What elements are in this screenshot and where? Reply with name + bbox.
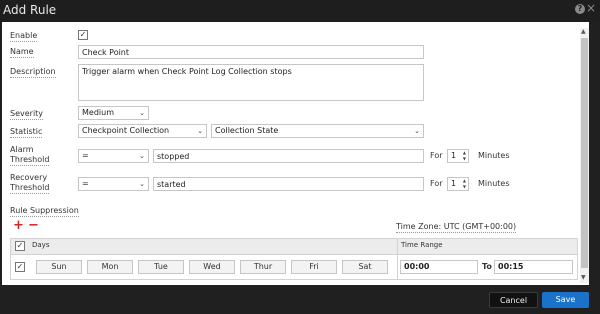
statistic-metric-value: Collection State [215,126,279,135]
alarm-operator-select[interactable]: = ⌄ [78,149,149,163]
day-toggle-wed[interactable]: Wed [189,260,235,274]
title-bar: Add Rule ? × [0,0,600,22]
add-icon[interactable]: + [13,219,24,232]
day-toggle-fri[interactable]: Fri [291,260,337,274]
alarm-duration-value: 1 [451,151,457,160]
name-input[interactable]: Check Point [78,45,424,59]
time-to-input[interactable]: 00:15 [494,260,573,274]
chevron-down-icon: ⌄ [139,152,145,160]
day-toggle-thur[interactable]: Thur [240,260,286,274]
recovery-unit-label: Minutes [478,179,510,188]
description-label: Description [10,67,56,78]
day-toggle-tue[interactable]: Tue [138,260,184,274]
help-icon[interactable]: ? [575,4,585,14]
form-panel: ▲ ▼ Enable ✓ Name Check Point Descriptio… [2,22,589,285]
close-icon[interactable]: × [586,2,596,14]
statistic-source-select[interactable]: Checkpoint Collection ⌄ [78,124,207,138]
severity-label: Severity [10,109,44,120]
save-button[interactable]: Save [542,292,589,308]
alarm-label: Alarm [10,145,34,154]
stepper-arrows-icon[interactable]: ▲ ▼ [463,150,466,162]
severity-select[interactable]: Medium ⌄ [78,106,149,120]
statistic-label: Statistic [10,127,43,138]
severity-value: Medium [82,108,114,117]
statistic-source-value: Checkpoint Collection [82,126,170,135]
recovery-for-label: For [430,179,443,188]
row-checkbox[interactable]: ✓ [15,262,25,272]
recovery-threshold-label: Threshold [10,183,50,194]
rule-suppression-label: Rule Suppression [10,206,79,217]
remove-icon[interactable]: − [28,219,39,232]
suppression-table: ✓ Days Time Range ✓ Sun Mon Tue Wed Thur… [10,238,578,280]
timezone-label: Time Zone: UTC (GMT+00:00) [396,222,517,233]
alarm-for-label: For [430,151,443,160]
alarm-value-input[interactable]: stopped [153,149,424,163]
enable-label: Enable [10,31,38,42]
add-rule-dialog: Add Rule ? × ▲ ▼ Enable ✓ Name Check Poi… [0,0,600,314]
dialog-title: Add Rule [3,3,57,17]
statistic-metric-select[interactable]: Collection State ⌄ [211,124,424,138]
description-textarea[interactable]: Trigger alarm when Check Point Log Colle… [78,64,424,101]
scroll-up-icon[interactable]: ▲ [581,28,586,35]
stepper-arrows-icon[interactable]: ▲ ▼ [463,178,466,190]
days-column-header: Days [32,241,50,249]
recovery-duration-stepper[interactable]: 1 ▲ ▼ [447,177,469,191]
chevron-down-icon: ⌄ [139,180,145,188]
recovery-label: Recovery [10,173,48,182]
recovery-duration-value: 1 [451,179,457,188]
cancel-button[interactable]: Cancel [489,292,538,308]
recovery-operator-value: = [82,179,89,188]
scroll-down-icon[interactable]: ▼ [581,274,586,281]
column-divider [397,239,398,279]
scroll-thumb[interactable] [581,38,588,268]
alarm-unit-label: Minutes [478,151,510,160]
chevron-down-icon: ⌄ [414,127,420,135]
select-all-checkbox[interactable]: ✓ [15,241,25,251]
alarm-operator-value: = [82,151,89,160]
recovery-operator-select[interactable]: = ⌄ [78,177,149,191]
table-header: ✓ Days Time Range [11,239,577,255]
day-toggle-mon[interactable]: Mon [87,260,133,274]
chevron-down-icon: ⌄ [197,127,203,135]
alarm-threshold-label: Threshold [10,155,50,166]
chevron-down-icon: ⌄ [139,109,145,117]
alarm-duration-stepper[interactable]: 1 ▲ ▼ [447,149,469,163]
recovery-value-input[interactable]: started [153,177,424,191]
enable-checkbox[interactable]: ✓ [78,30,88,40]
time-from-input[interactable]: 00:00 [400,260,478,274]
name-label: Name [10,47,34,58]
time-range-column-header: Time Range [401,241,443,249]
day-toggle-sun[interactable]: Sun [36,260,82,274]
day-toggle-sat[interactable]: Sat [342,260,388,274]
vertical-scrollbar[interactable]: ▲ ▼ [580,28,589,283]
time-to-label: To [482,262,492,271]
